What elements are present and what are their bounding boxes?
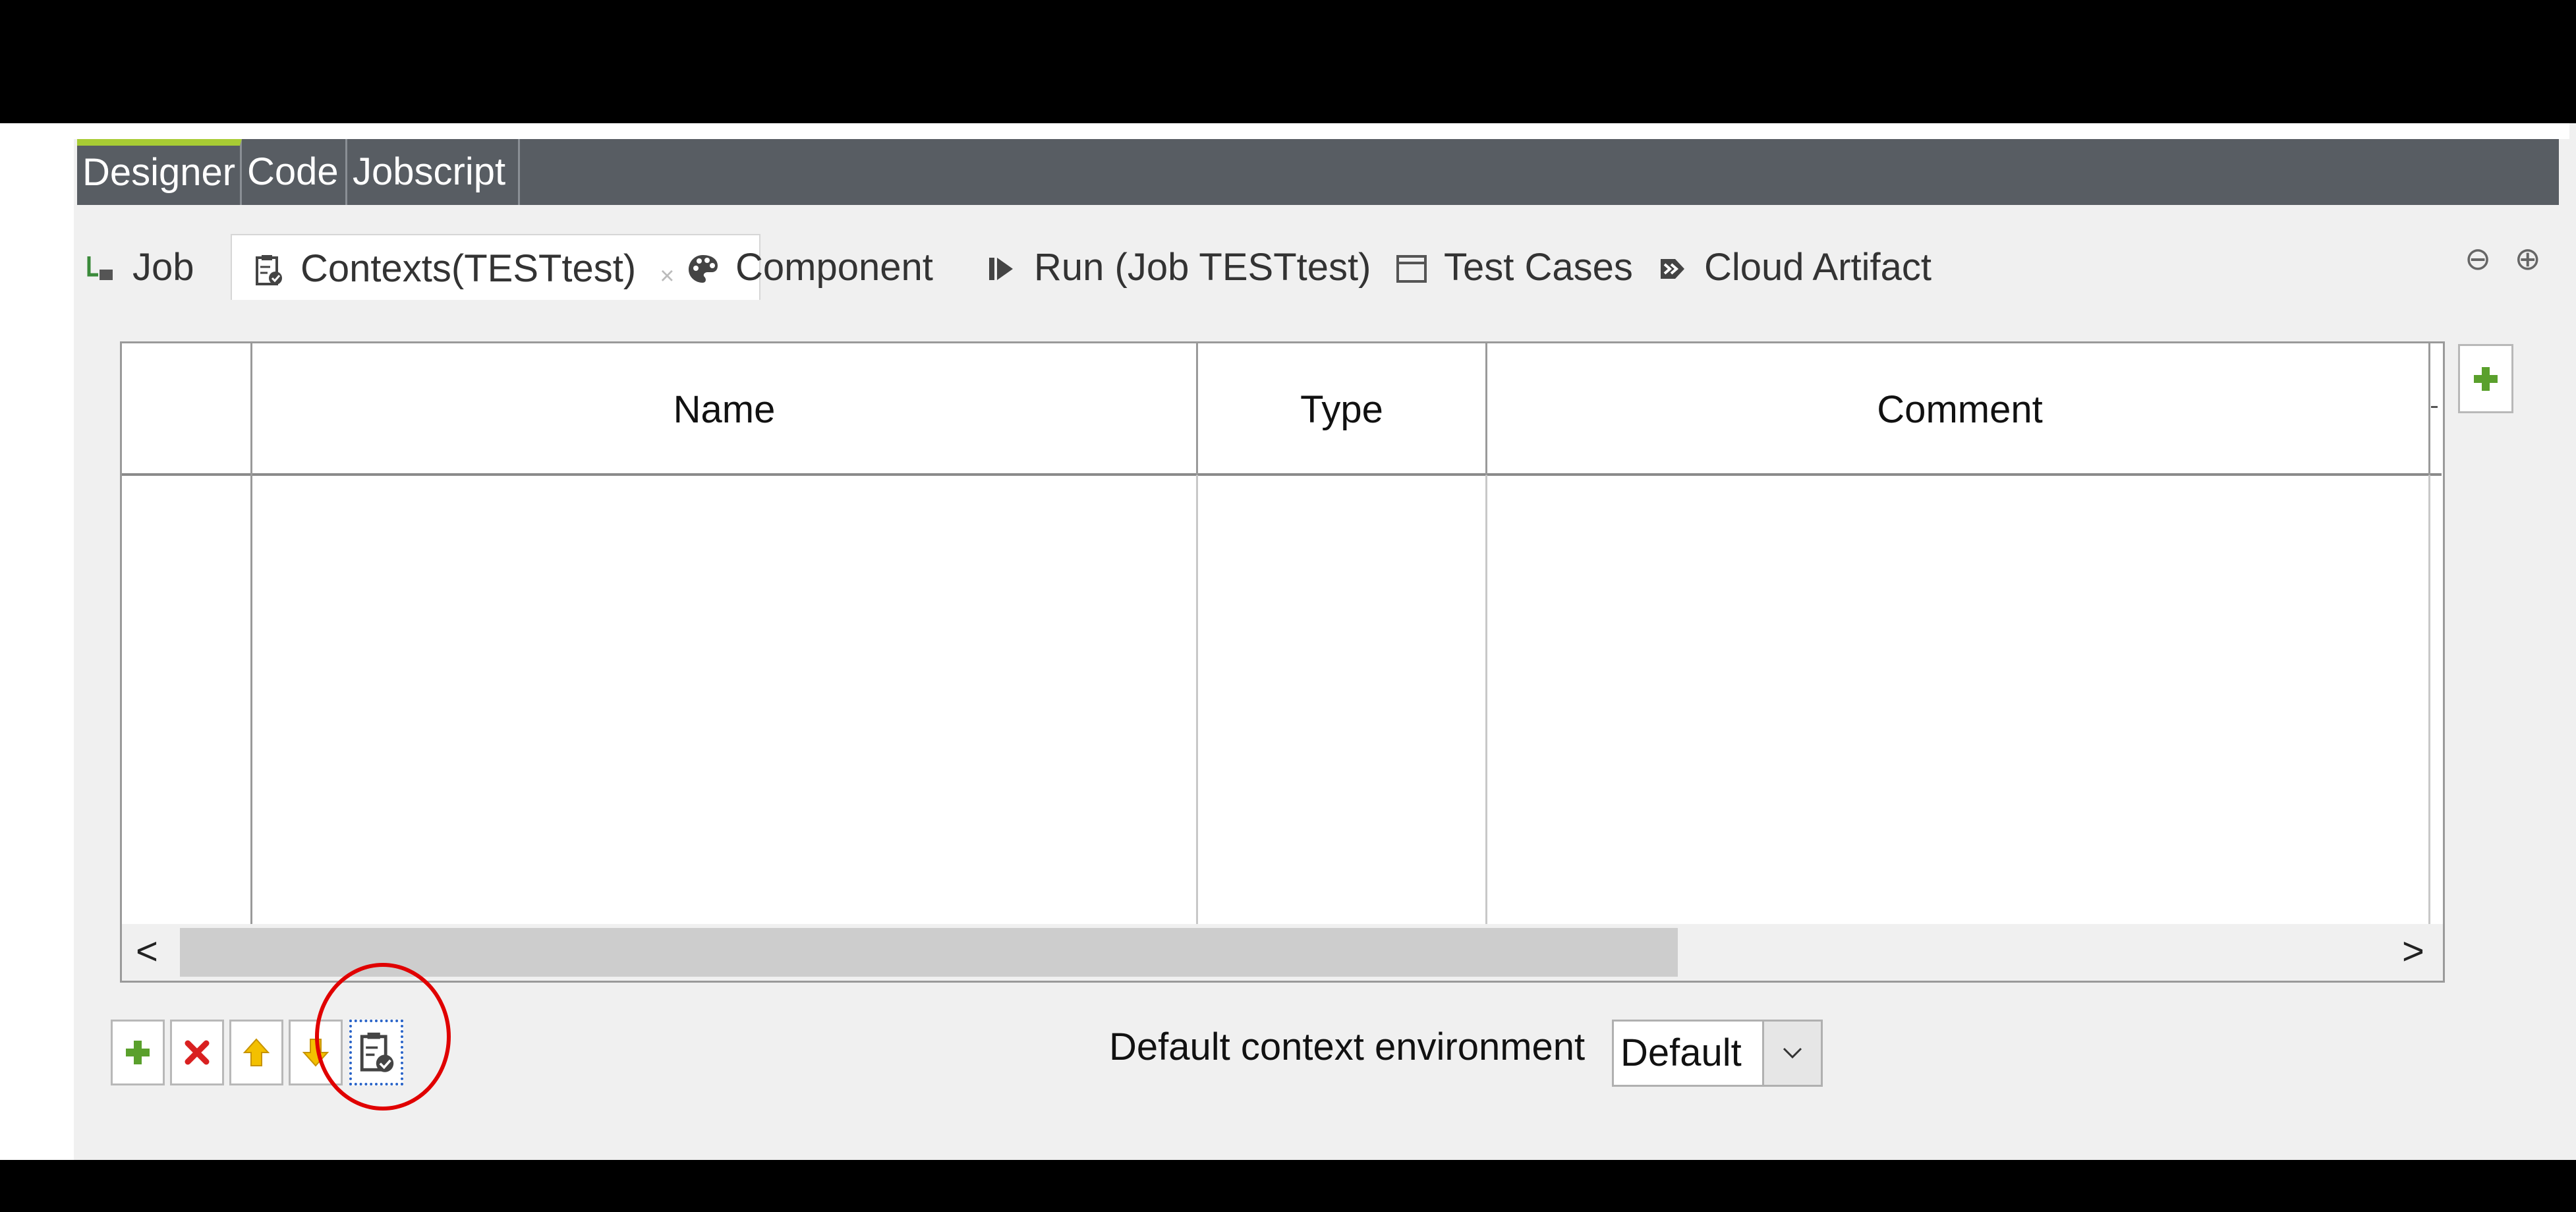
- add-variable-button[interactable]: [111, 1020, 165, 1085]
- annotation-circle: [315, 963, 451, 1111]
- tab-test-cases[interactable]: Test Cases: [1395, 234, 1633, 300]
- tab-component-label: Component: [735, 245, 933, 289]
- column-header-type[interactable]: Type: [1198, 343, 1485, 475]
- column-divider: [2428, 475, 2430, 924]
- tab-run[interactable]: Run (Job TESTtest): [985, 234, 1371, 300]
- tab-cloud-artifact[interactable]: Cloud Artifact: [1655, 234, 1932, 300]
- column-header-index[interactable]: [122, 343, 250, 475]
- column-divider: [1485, 475, 1487, 924]
- scroll-right-icon[interactable]: >: [2402, 929, 2424, 973]
- context-variables-table[interactable]: Name Type Comment: [120, 341, 2445, 983]
- tab-contexts-label: Contexts(TESTtest): [301, 246, 637, 290]
- tab-designer[interactable]: Designer: [77, 139, 242, 205]
- column-header-name[interactable]: Name: [252, 343, 1196, 475]
- test-cases-icon: [1395, 250, 1428, 283]
- left-pane-edge: [0, 123, 74, 1160]
- column-divider: [2428, 343, 2430, 475]
- column-divider: [1485, 343, 1487, 475]
- palette-icon: [687, 250, 720, 283]
- tab-code[interactable]: Code: [242, 139, 347, 205]
- maximize-icon[interactable]: ⊕: [2515, 242, 2541, 277]
- column-divider: [250, 343, 252, 924]
- run-icon: [985, 250, 1018, 283]
- tab-job-label: Job: [132, 245, 194, 289]
- scroll-left-icon[interactable]: <: [136, 929, 158, 973]
- up-arrow-icon: [243, 1038, 270, 1066]
- column-divider: [1196, 343, 1198, 475]
- tab-component[interactable]: Component: [687, 234, 933, 300]
- plus-icon: [126, 1041, 150, 1064]
- remove-variable-button[interactable]: [170, 1020, 224, 1085]
- job-icon: [84, 250, 117, 283]
- tab-job[interactable]: Job: [84, 234, 194, 300]
- tab-jobscript[interactable]: Jobscript: [347, 139, 520, 205]
- dropdown-button[interactable]: [1762, 1022, 1821, 1085]
- tab-test-cases-label: Test Cases: [1444, 245, 1633, 289]
- editor-top-border: [74, 123, 2569, 139]
- view-window-controls: ⊖ ⊕: [2465, 241, 2541, 277]
- default-context-environment-label: Default context environment: [1109, 1025, 1586, 1068]
- cloud-artifact-icon: [1655, 250, 1688, 283]
- column-resize-handle[interactable]: [2431, 406, 2438, 408]
- add-context-column-button[interactable]: [2458, 344, 2513, 413]
- tab-contexts[interactable]: Contexts(TESTtest) ×: [231, 234, 760, 301]
- red-x-icon: [185, 1040, 210, 1065]
- select-value: Default: [1620, 1031, 1742, 1074]
- contexts-icon: [252, 252, 285, 285]
- minimize-icon[interactable]: ⊖: [2465, 242, 2491, 277]
- editor-tab-bar: Designer Code Jobscript: [77, 139, 2559, 205]
- default-context-environment-select[interactable]: Default: [1612, 1020, 1823, 1087]
- column-header-comment[interactable]: Comment: [1487, 343, 2432, 475]
- chevron-down-icon: [1783, 1047, 1802, 1059]
- tab-close-icon[interactable]: ×: [660, 262, 674, 291]
- tab-run-label: Run (Job TESTtest): [1034, 245, 1371, 289]
- plus-icon: [2474, 366, 2498, 391]
- tab-cloud-artifact-label: Cloud Artifact: [1704, 245, 1932, 289]
- header-divider: [122, 473, 2442, 476]
- move-up-button[interactable]: [229, 1020, 283, 1085]
- view-tab-bar: Job Contexts(TESTtest) × Component Run (…: [77, 234, 2559, 301]
- column-divider: [1196, 475, 1198, 924]
